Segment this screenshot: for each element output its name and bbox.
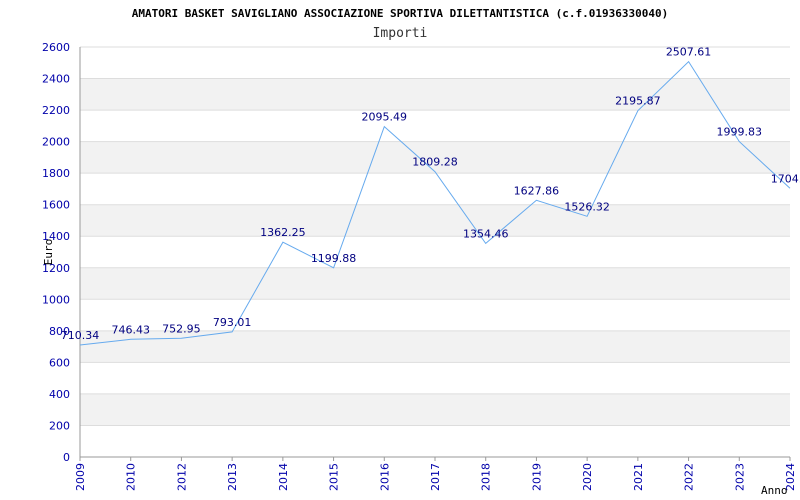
y-tick-label: 1600 <box>42 199 70 212</box>
data-label: 1199.88 <box>311 252 357 265</box>
data-label: 1362.25 <box>260 226 306 239</box>
x-tick-label: 2010 <box>125 463 138 491</box>
y-tick-label: 2200 <box>42 104 70 117</box>
data-label: 1627.86 <box>514 184 560 197</box>
y-tick-label: 2600 <box>42 41 70 54</box>
y-tick-label: 200 <box>49 419 70 432</box>
x-tick-label: 2021 <box>632 463 645 491</box>
y-tick-label: 2000 <box>42 136 70 149</box>
grid-band <box>80 393 790 426</box>
y-axis-label: Euro <box>42 239 55 266</box>
x-tick-label: 2023 <box>733 463 746 491</box>
y-tick-label: 400 <box>49 388 70 401</box>
x-tick-label: 2017 <box>429 463 442 491</box>
x-tick-label: 2014 <box>277 463 290 491</box>
x-tick-label: 2012 <box>175 463 188 491</box>
x-tick-label: 2009 <box>74 463 87 491</box>
grid-band <box>80 204 790 237</box>
y-tick-label: 0 <box>63 451 70 464</box>
data-label: 1354.46 <box>463 227 509 240</box>
grid-band <box>80 78 790 111</box>
data-label: 1999.83 <box>717 126 763 139</box>
x-axis-label: Anno <box>761 484 788 497</box>
data-label: 752.95 <box>162 322 201 335</box>
chart-title: AMATORI BASKET SAVIGLIANO ASSOCIAZIONE S… <box>132 7 668 20</box>
x-tick-label: 2018 <box>480 463 493 491</box>
x-tick-label: 2019 <box>530 463 543 491</box>
line-chart: 0200400600800100012001400160018002000220… <box>42 7 800 497</box>
data-label: 2507.61 <box>666 46 712 59</box>
y-tick-label: 2400 <box>42 73 70 86</box>
y-tick-label: 1800 <box>42 167 70 180</box>
data-label: 2095.49 <box>362 111 408 124</box>
data-label: 2195.87 <box>615 95 661 108</box>
data-label: 746.43 <box>111 323 150 336</box>
x-tick-label: 2020 <box>581 463 594 491</box>
x-tick-label: 2013 <box>226 463 239 491</box>
x-tick-label: 2015 <box>328 463 341 491</box>
x-tick-label: 2016 <box>378 463 391 491</box>
chart-subtitle: Importi <box>373 26 428 41</box>
y-tick-label: 1000 <box>42 293 70 306</box>
data-label: 1809.28 <box>412 156 458 169</box>
grid-band <box>80 267 790 300</box>
data-label: 1526.32 <box>564 200 610 213</box>
grid-bands <box>80 78 790 426</box>
x-tick-labels: 2009 2010 2012 2013 2014 2015 2016 2017 2018 2019… <box>74 457 797 491</box>
data-label: 793.01 <box>213 316 252 329</box>
y-tick-label: 600 <box>49 356 70 369</box>
grid-band <box>80 330 790 363</box>
data-label: 1704.2 <box>771 172 800 185</box>
data-label: 710.34 <box>61 329 100 342</box>
x-tick-label: 2022 <box>683 463 696 491</box>
